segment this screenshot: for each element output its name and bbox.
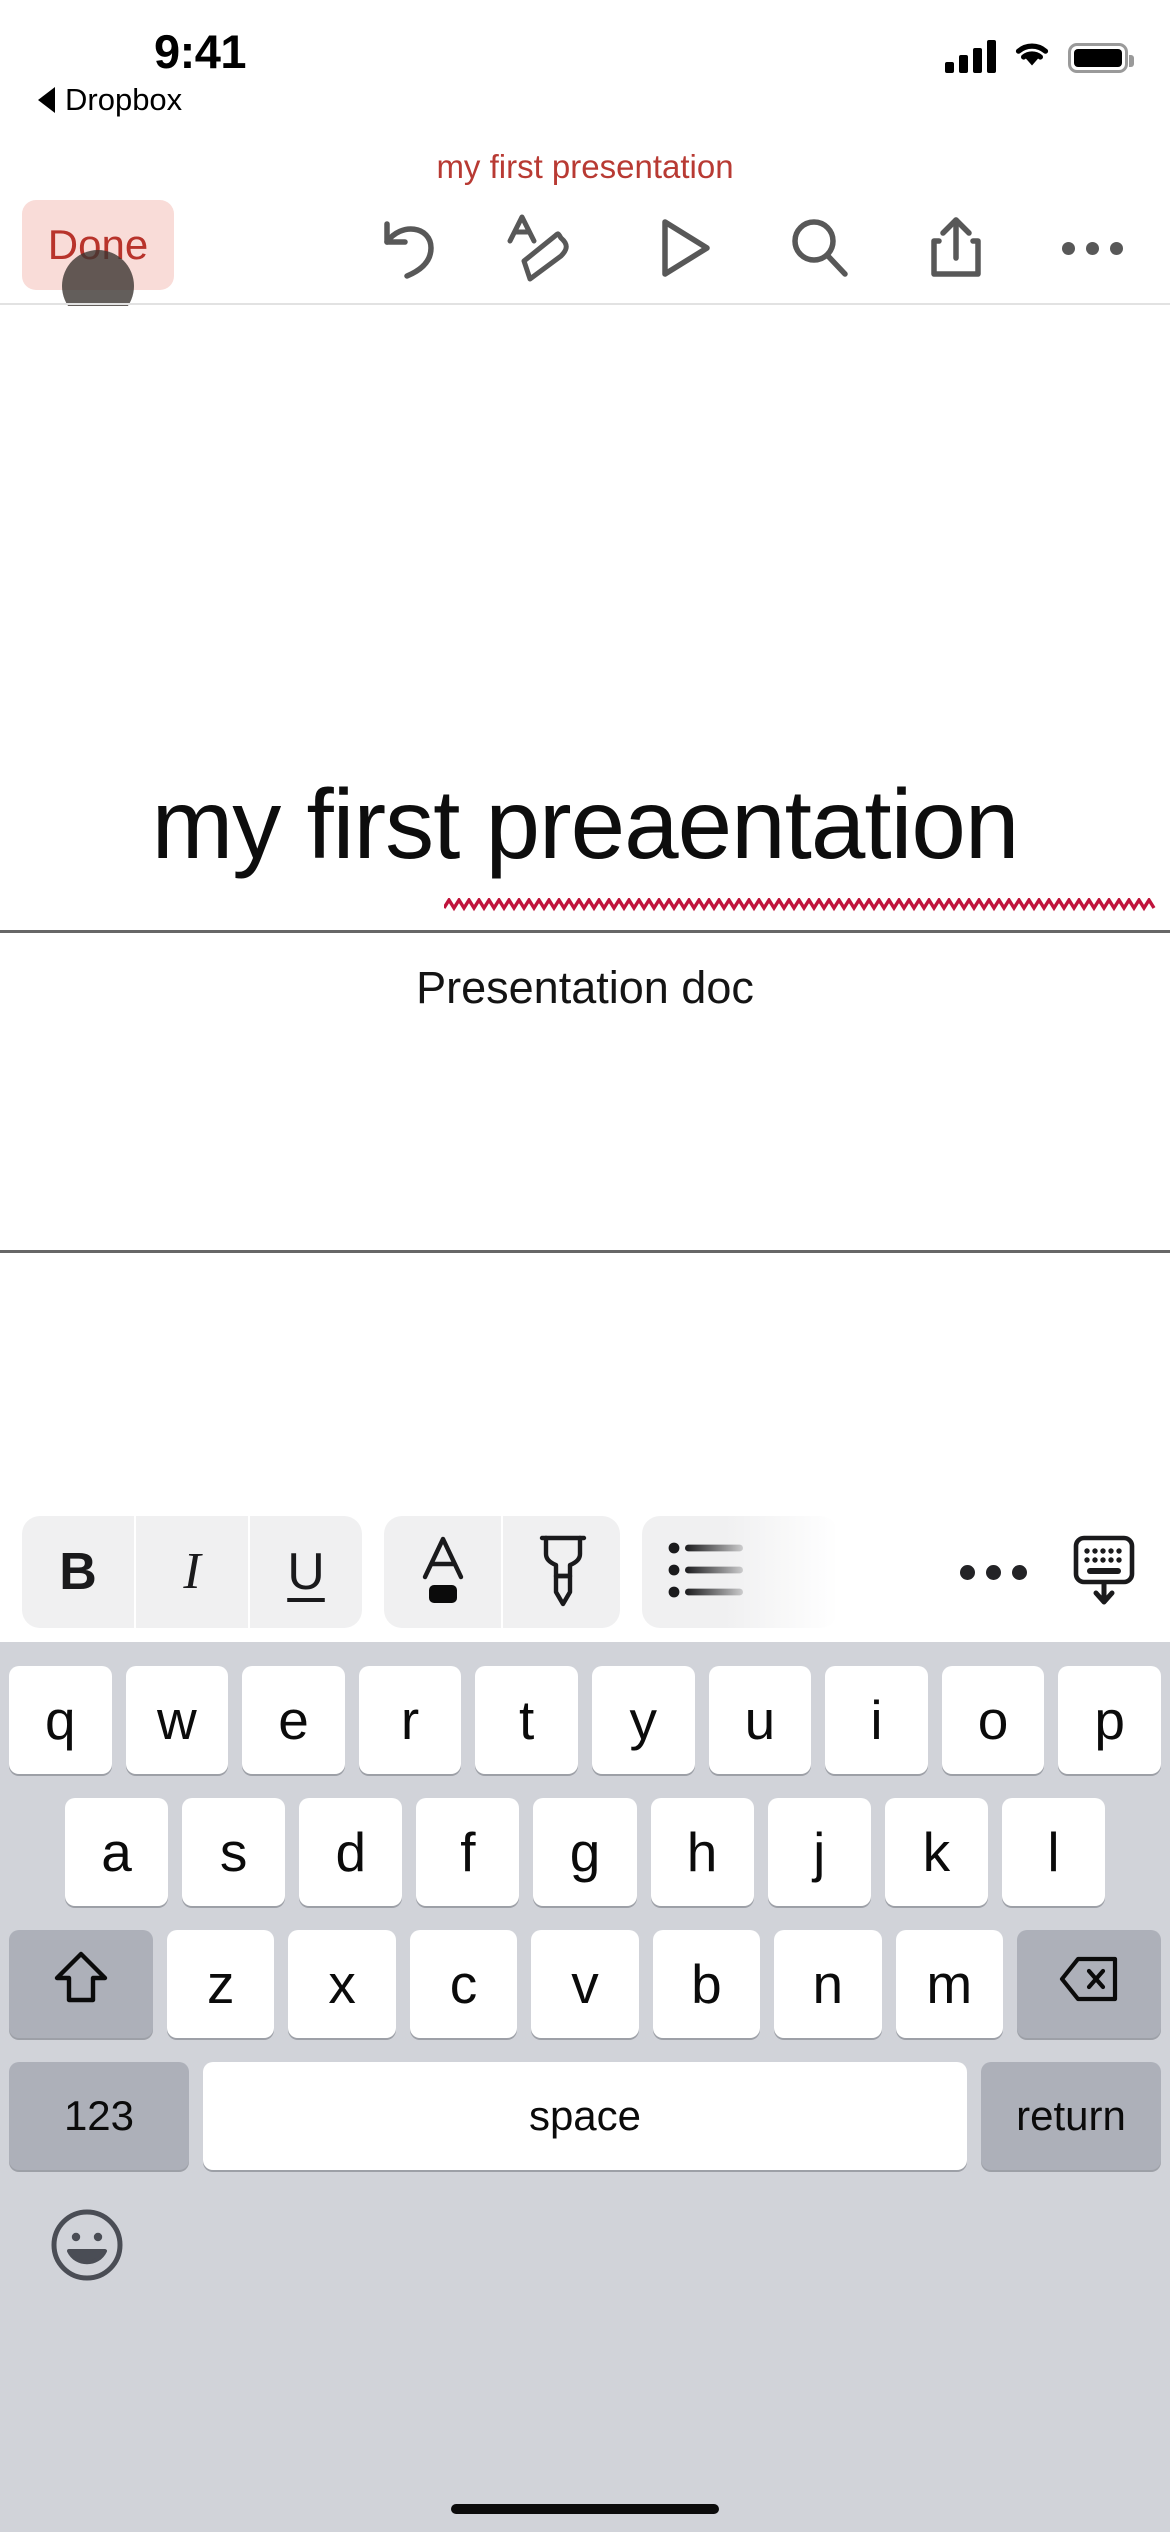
play-icon bbox=[654, 215, 714, 281]
key-b[interactable]: b bbox=[652, 1930, 761, 2038]
phone-screen: 9:41 Dropbox my first presentation Done bbox=[0, 0, 1170, 2532]
space-key[interactable]: space bbox=[203, 2062, 967, 2170]
slide-title-text[interactable]: my first preaentation bbox=[0, 768, 1170, 881]
more-button[interactable] bbox=[1048, 206, 1136, 290]
play-button[interactable] bbox=[640, 206, 728, 290]
hide-keyboard-icon bbox=[1070, 1532, 1138, 1613]
bold-button[interactable]: B bbox=[22, 1516, 134, 1628]
key-m[interactable]: m bbox=[895, 1930, 1003, 2038]
key-i[interactable]: i bbox=[825, 1666, 928, 1774]
text-style-group: B I U bbox=[22, 1516, 362, 1628]
key-f[interactable]: f bbox=[416, 1798, 520, 1906]
keyboard-row-3: z x c v b n m bbox=[0, 1930, 1170, 2038]
slide-canvas[interactable]: my first preaentation Presentation doc bbox=[0, 306, 1170, 1253]
slide-bottom-divider bbox=[0, 1250, 1170, 1253]
back-caret-icon bbox=[38, 87, 55, 113]
key-t[interactable]: t bbox=[475, 1666, 578, 1774]
search-icon bbox=[788, 215, 852, 281]
keyboard-row-2: a s d f g h j k l bbox=[0, 1798, 1170, 1906]
format-toolbar: B I U bbox=[0, 1502, 1170, 1642]
editor-toolbar: Done bbox=[0, 192, 1170, 322]
bullet-list-button[interactable] bbox=[642, 1516, 772, 1628]
share-icon bbox=[926, 214, 986, 282]
key-g[interactable]: g bbox=[533, 1798, 637, 1906]
spellcheck-underline bbox=[444, 898, 1156, 912]
slide-subtitle-text[interactable]: Presentation doc bbox=[0, 962, 1170, 1014]
undo-icon bbox=[379, 215, 441, 281]
italic-button[interactable]: I bbox=[136, 1516, 248, 1628]
status-bar-time: 9:41 bbox=[153, 25, 247, 78]
underline-label: U bbox=[287, 1543, 325, 1601]
key-v[interactable]: v bbox=[531, 1930, 639, 2038]
key-x[interactable]: x bbox=[288, 1930, 396, 2038]
italic-label: I bbox=[183, 1543, 201, 1600]
return-key[interactable]: return bbox=[981, 2062, 1161, 2170]
key-l[interactable]: l bbox=[1001, 1798, 1105, 1906]
key-q[interactable]: q bbox=[9, 1666, 112, 1774]
cellular-signal-icon bbox=[945, 39, 996, 73]
emoji-key[interactable] bbox=[42, 2202, 132, 2292]
shift-key[interactable] bbox=[9, 1930, 153, 2038]
key-e[interactable]: e bbox=[242, 1666, 345, 1774]
more-icon bbox=[959, 1564, 1027, 1580]
highlighter-icon bbox=[534, 1532, 590, 1613]
keyboard-row-1: q w e r t y u i o p bbox=[0, 1666, 1170, 1774]
keyboard-row-4: 123 space return bbox=[0, 2062, 1170, 2170]
more-icon bbox=[1061, 241, 1123, 255]
key-w[interactable]: w bbox=[125, 1666, 229, 1774]
share-button[interactable] bbox=[912, 206, 1000, 290]
backspace-icon bbox=[1058, 1952, 1120, 2016]
bullet-list-icon bbox=[668, 1539, 746, 1606]
key-n[interactable]: n bbox=[774, 1930, 882, 2038]
home-indicator bbox=[451, 2504, 719, 2514]
document-title: my first presentation bbox=[436, 148, 734, 185]
key-s[interactable]: s bbox=[182, 1798, 286, 1906]
back-link-label: Dropbox bbox=[65, 82, 183, 117]
format-button[interactable] bbox=[496, 206, 584, 290]
key-y[interactable]: y bbox=[591, 1666, 695, 1774]
text-color-icon bbox=[413, 1533, 473, 1612]
bold-label: B bbox=[59, 1543, 97, 1601]
back-to-dropbox-link[interactable]: Dropbox bbox=[38, 82, 182, 118]
slide-title-divider bbox=[0, 930, 1170, 933]
key-z[interactable]: z bbox=[167, 1930, 275, 2038]
list-group bbox=[642, 1516, 838, 1628]
battery-icon bbox=[1068, 43, 1134, 73]
format-more-button[interactable] bbox=[938, 1516, 1048, 1628]
key-r[interactable]: r bbox=[358, 1666, 462, 1774]
key-j[interactable]: j bbox=[767, 1798, 871, 1906]
color-group bbox=[384, 1516, 620, 1628]
key-u[interactable]: u bbox=[708, 1666, 812, 1774]
highlighter-button[interactable] bbox=[503, 1516, 620, 1628]
status-bar-indicators bbox=[945, 38, 1134, 73]
text-color-button[interactable] bbox=[384, 1516, 501, 1628]
shift-icon bbox=[53, 1949, 109, 2020]
backspace-key[interactable] bbox=[1016, 1930, 1161, 2038]
key-a[interactable]: a bbox=[65, 1798, 169, 1906]
wifi-icon bbox=[1012, 38, 1052, 73]
format-icon bbox=[506, 213, 574, 283]
key-h[interactable]: h bbox=[650, 1798, 754, 1906]
on-screen-keyboard: q w e r t y u i o p a s d f g h j k l z … bbox=[0, 1642, 1170, 2532]
key-o[interactable]: o bbox=[941, 1666, 1045, 1774]
key-d[interactable]: d bbox=[299, 1798, 403, 1906]
underline-button[interactable]: U bbox=[250, 1516, 362, 1628]
hide-keyboard-button[interactable] bbox=[1056, 1516, 1152, 1628]
numbers-key[interactable]: 123 bbox=[9, 2062, 189, 2170]
key-c[interactable]: c bbox=[409, 1930, 518, 2038]
emoji-icon bbox=[46, 2204, 128, 2291]
undo-button[interactable] bbox=[366, 206, 454, 290]
search-button[interactable] bbox=[776, 206, 864, 290]
key-k[interactable]: k bbox=[884, 1798, 988, 1906]
key-p[interactable]: p bbox=[1058, 1666, 1161, 1774]
toolbar-divider bbox=[0, 303, 1170, 305]
